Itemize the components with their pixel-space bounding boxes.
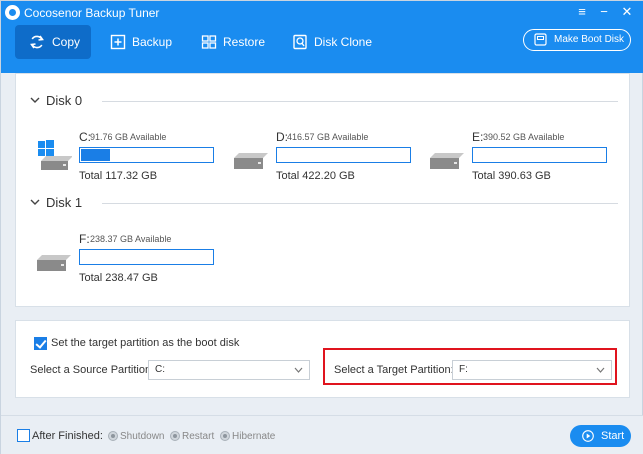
usage-fill (81, 149, 110, 161)
chevron-down-icon (30, 199, 40, 205)
chevron-down-icon (294, 367, 303, 373)
copy-icon (30, 35, 44, 49)
partition-e[interactable]: E: 390.52 GB Available Total 390.63 GB (429, 130, 619, 186)
drive-icon (430, 153, 464, 169)
close-icon[interactable]: ✕ (618, 3, 636, 21)
tab-restore-label: Restore (223, 35, 266, 49)
disk-0-label: Disk 0 (46, 93, 83, 108)
title-bar: Cocosenor Backup Tuner ≡ − ✕ (1, 1, 643, 25)
hibernate-label: Hibernate (232, 431, 276, 442)
chevron-down-icon (30, 97, 40, 103)
boot-disk-checkbox[interactable] (34, 337, 47, 350)
shutdown-radio[interactable] (108, 431, 118, 441)
disk-panel: Disk 0 C: 91.76 GB Available Total 117.3… (15, 73, 630, 307)
app-logo-icon (5, 5, 20, 20)
divider (102, 101, 618, 102)
partition-total: Total 422.20 GB (276, 170, 355, 182)
after-finished-label: After Finished: (32, 430, 103, 442)
usage-bar (276, 147, 411, 163)
usage-bar (472, 147, 607, 163)
disk-1-header[interactable]: Disk 1 (30, 195, 620, 210)
menu-icon[interactable]: ≡ (573, 3, 591, 21)
tab-backup-label: Backup (132, 35, 173, 49)
after-finished-checkbox[interactable] (17, 429, 30, 442)
hibernate-radio[interactable] (220, 431, 230, 441)
drive-icon (234, 153, 268, 169)
partition-available: 390.52 GB Available (483, 132, 565, 142)
tab-restore[interactable]: Restore (201, 25, 265, 59)
start-button[interactable]: Start (570, 425, 631, 447)
disk-0-header[interactable]: Disk 0 (30, 93, 620, 108)
partition-letter: E: (472, 130, 484, 144)
partition-f[interactable]: F: 238.37 GB Available Total 238.47 GB (36, 232, 226, 288)
make-boot-disk-label: Make Boot Disk (554, 34, 625, 45)
partition-available: 91.76 GB Available (90, 132, 167, 142)
minimize-icon[interactable]: − (595, 3, 613, 21)
partition-total: Total 117.32 GB (79, 170, 158, 182)
shutdown-label: Shutdown (120, 431, 165, 442)
tab-copy-label: Copy (52, 35, 81, 49)
source-partition-value: C: (155, 364, 165, 375)
tab-disk-clone[interactable]: Disk Clone (292, 25, 372, 59)
bottom-bar: After Finished: Shutdown Restart Hiberna… (1, 415, 643, 454)
partition-available: 416.57 GB Available (287, 132, 369, 142)
partition-d[interactable]: D: 416.57 GB Available Total 422.20 GB (233, 130, 423, 186)
usage-bar (79, 249, 214, 265)
partition-total: Total 238.47 GB (79, 272, 158, 284)
make-boot-disk-button[interactable]: Make Boot Disk (523, 29, 631, 51)
restart-radio[interactable] (170, 431, 180, 441)
usage-bar (79, 147, 214, 163)
boot-disk-checkbox-label: Set the target partition as the boot dis… (51, 337, 240, 349)
play-icon (582, 430, 594, 442)
disk-1-label: Disk 1 (46, 195, 83, 210)
tab-disk-clone-label: Disk Clone (314, 35, 373, 49)
divider (102, 203, 618, 204)
source-partition-select[interactable]: C: (148, 360, 310, 380)
app-window: Cocosenor Backup Tuner ≡ − ✕ Copy Backup (0, 0, 643, 454)
partition-letter: F: (79, 232, 90, 246)
disk-clone-icon (293, 34, 307, 50)
system-drive-icon (38, 140, 72, 170)
app-title: Cocosenor Backup Tuner (24, 6, 160, 20)
drive-icon (37, 255, 71, 271)
tab-backup[interactable]: Backup (110, 25, 173, 59)
partition-available: 238.37 GB Available (90, 234, 172, 244)
restore-icon (201, 35, 217, 49)
start-label: Start (601, 430, 625, 442)
boot-disk-icon (534, 33, 547, 46)
partition-c[interactable]: C: 91.76 GB Available Total 117.32 GB (36, 130, 226, 186)
restart-label: Restart (182, 431, 215, 442)
toolbar: Copy Backup Restore Disk Clone Make Boot… (1, 25, 643, 73)
backup-icon (110, 34, 126, 50)
tab-copy[interactable]: Copy (15, 25, 91, 59)
source-partition-label: Select a Source Partition: (30, 364, 155, 376)
partition-total: Total 390.63 GB (472, 170, 551, 182)
target-partition-highlight (323, 348, 617, 385)
